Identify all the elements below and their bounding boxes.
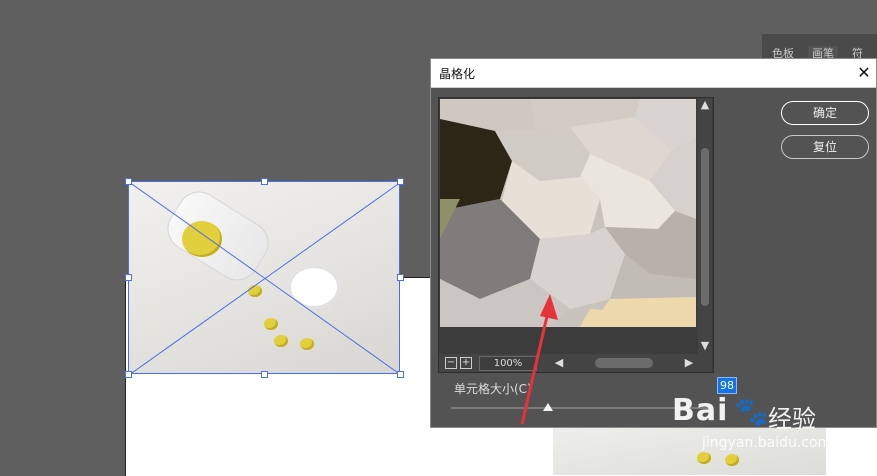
watermark-cn: 经验 (768, 405, 816, 433)
crystallize-preview-image[interactable] (440, 99, 696, 327)
zoom-out-icon[interactable]: − (445, 357, 457, 369)
dialog-titlebar[interactable]: 晶格化 ✕ (431, 59, 876, 88)
resize-handle[interactable] (397, 178, 404, 185)
selection-bounding-box[interactable] (128, 181, 401, 375)
baidu-jingyan-watermark: Bai 🐾 经验 jingyan.baidu.com (672, 393, 877, 475)
red-arrow-icon (520, 294, 558, 425)
scroll-right-icon[interactable]: ▶ (683, 357, 695, 369)
resize-handle[interactable] (261, 178, 268, 185)
scroll-down-icon[interactable]: ▼ (699, 340, 711, 352)
crystal-cells (440, 99, 696, 327)
resize-handle[interactable] (125, 371, 132, 378)
zoom-in-icon[interactable]: + (460, 357, 472, 369)
crystallize-dialog: 晶格化 ✕ ▲ ▼ − + 100% ◀ ▶ 确定 复位 单元格大小(C) 98 (430, 58, 877, 428)
reset-button[interactable]: 复位 (781, 135, 869, 159)
selection-diagonals (129, 182, 401, 375)
dialog-title: 晶格化 (439, 67, 476, 81)
close-icon[interactable]: ✕ (852, 59, 876, 87)
resize-handle[interactable] (125, 178, 132, 185)
watermark-logo: Bai (672, 393, 729, 428)
filter-preview: ▲ ▼ − + 100% ◀ ▶ (438, 97, 714, 373)
preview-controls: − + 100% ◀ ▶ (439, 354, 712, 372)
watermark-url: jingyan.baidu.com (702, 435, 832, 451)
vertical-scroll-thumb[interactable] (701, 148, 709, 306)
resize-handle[interactable] (397, 274, 404, 281)
cell-size-input[interactable]: 98 (718, 378, 736, 393)
resize-handle[interactable] (125, 274, 132, 281)
resize-handle[interactable] (397, 371, 404, 378)
resize-handle[interactable] (261, 371, 268, 378)
preview-vertical-scrollbar[interactable]: ▲ ▼ (698, 98, 712, 354)
horizontal-scroll-thumb[interactable] (595, 358, 653, 368)
paw-icon: 🐾 (734, 395, 769, 428)
scroll-up-icon[interactable]: ▲ (699, 99, 711, 111)
ok-button[interactable]: 确定 (781, 101, 869, 125)
